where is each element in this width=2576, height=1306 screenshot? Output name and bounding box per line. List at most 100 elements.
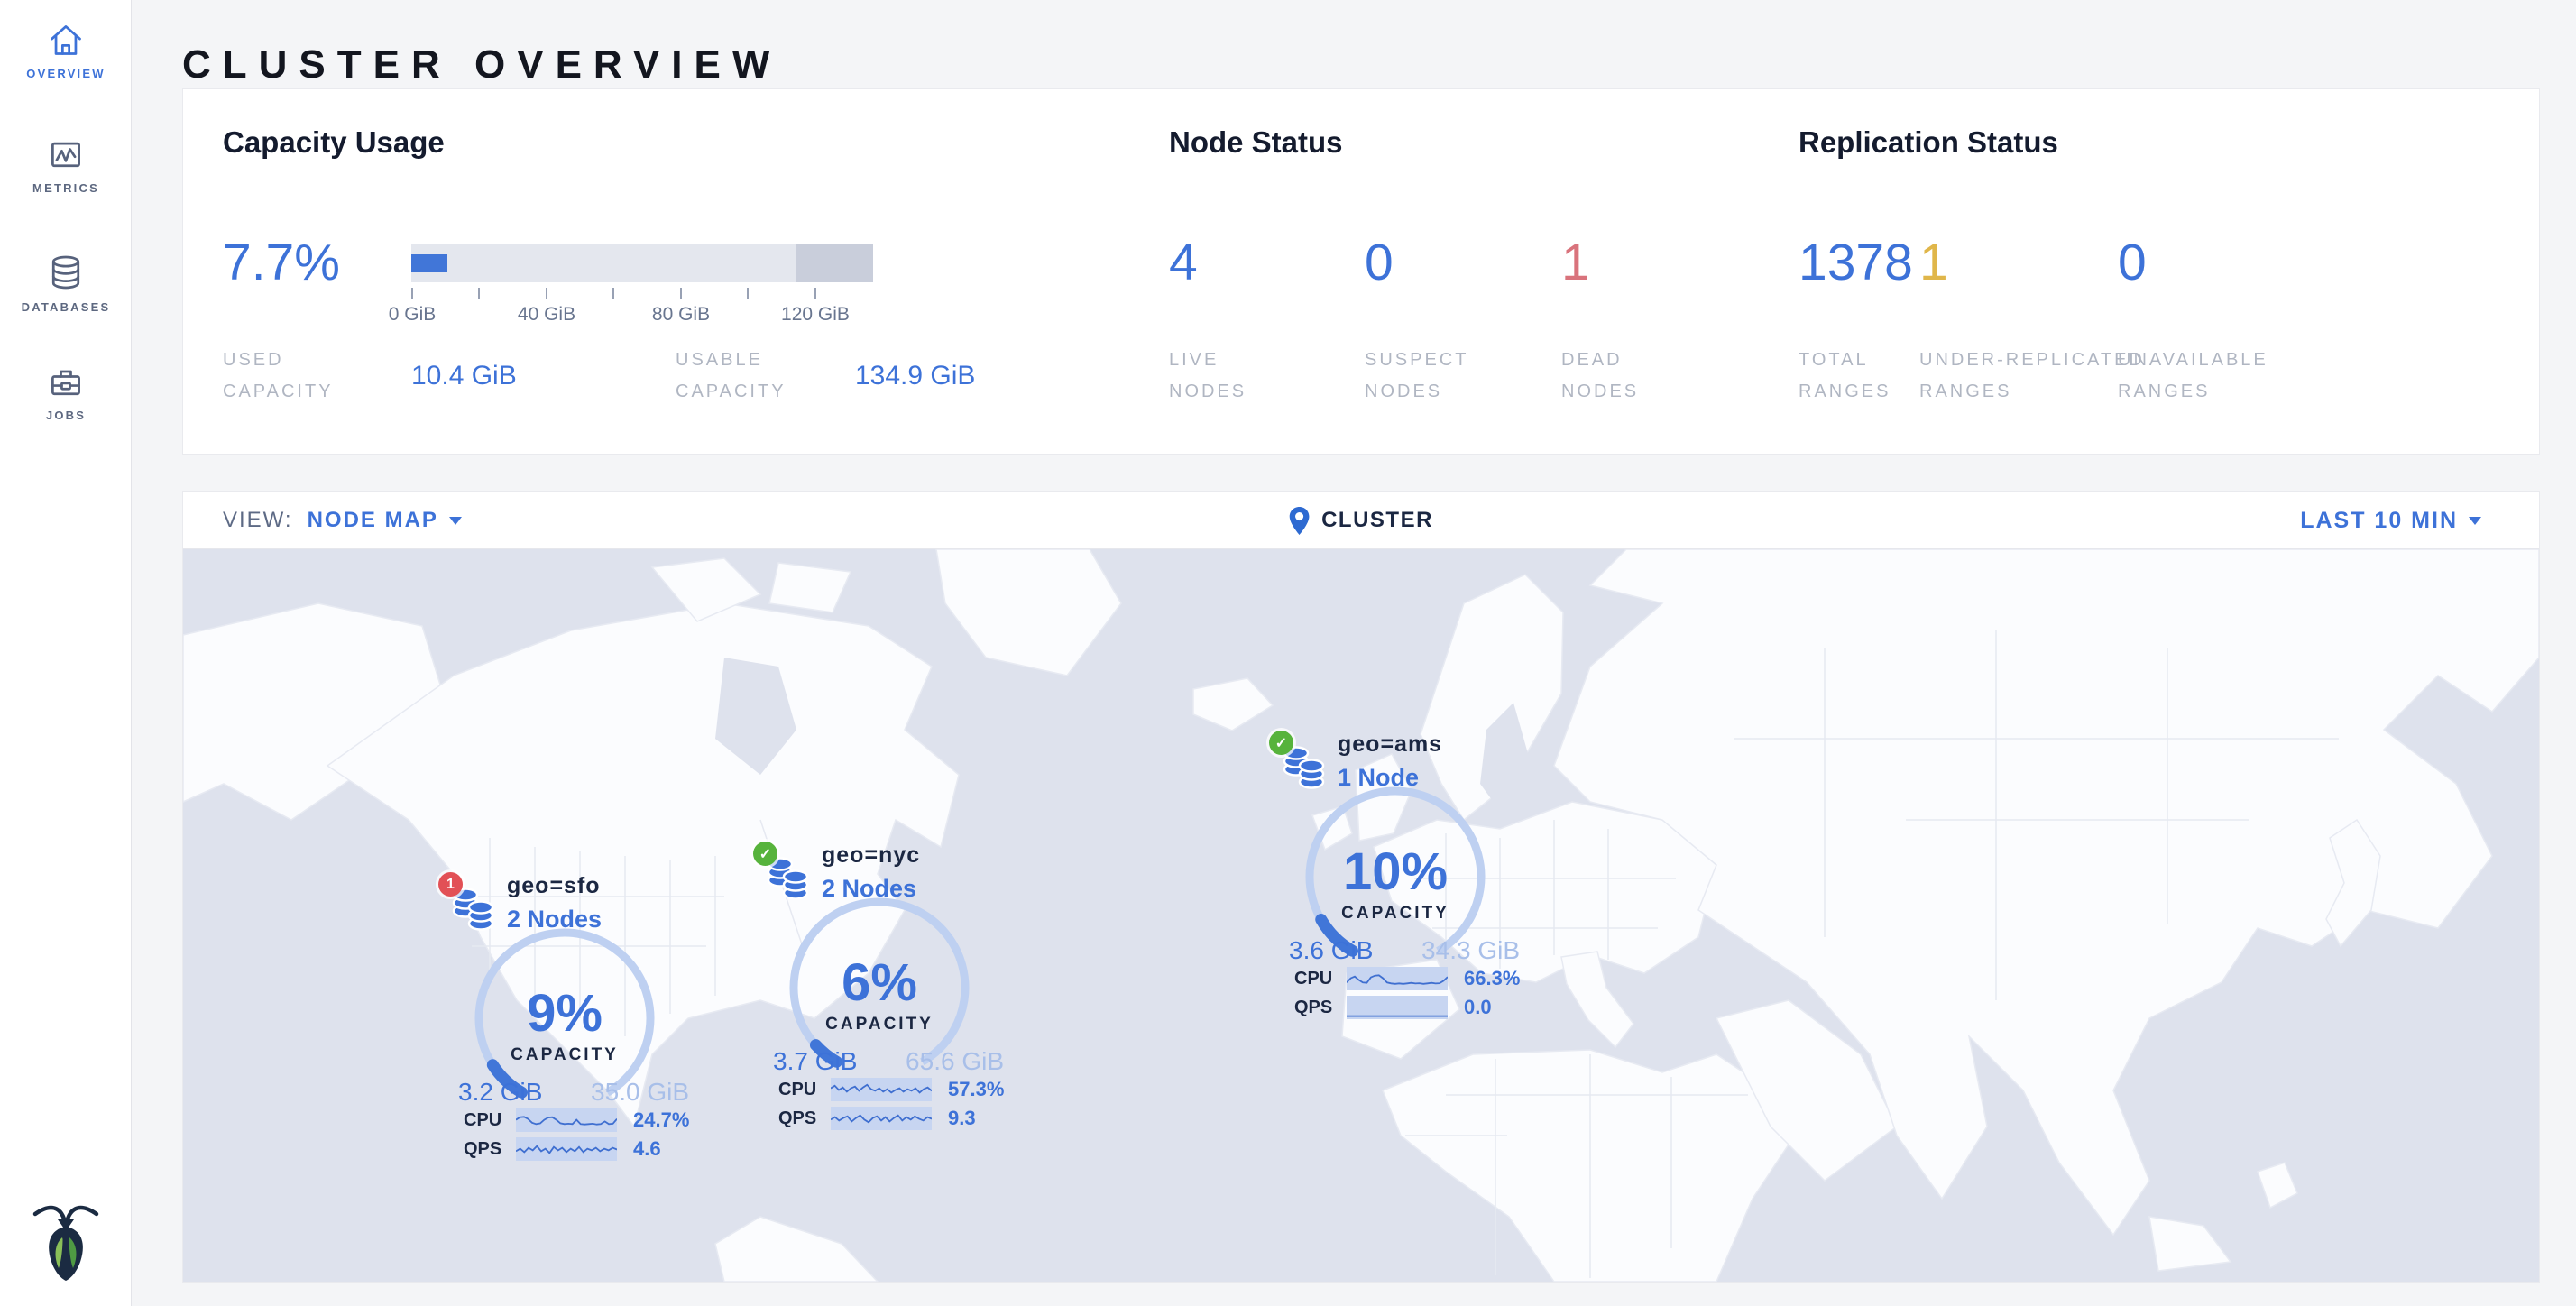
qps-label: QPS	[464, 1139, 516, 1160]
sidebar: OVERVIEW METRICS DATABASES	[0, 0, 132, 1306]
sidebar-item-overview[interactable]: OVERVIEW	[0, 21, 132, 80]
qps-row: QPS 0.0	[1294, 996, 1492, 1019]
replication-status-title: Replication Status	[1799, 125, 2058, 160]
capacity-bar-used	[411, 254, 447, 272]
cpu-row: CPU 24.7%	[464, 1108, 689, 1132]
total-value: 65.6 GiB	[906, 1047, 1004, 1076]
briefcase-icon	[0, 363, 132, 400]
cluster-breadcrumb[interactable]: CLUSTER	[1289, 492, 1433, 549]
locality-label: geo=ams	[1338, 731, 1442, 758]
suspect-nodes-value: 0	[1365, 237, 1394, 289]
usable-capacity-label: USABLE CAPACITY	[676, 345, 787, 408]
capacity-bar	[411, 244, 873, 282]
node-marker-ams[interactable]: ✓ geo=ams 1 Node 10% CAPACITY 3	[1269, 731, 1540, 1028]
under-replicated-ranges-label: UNDER-REPLICATED RANGES	[1919, 345, 2145, 408]
dead-node-badge: 1	[438, 872, 463, 897]
axis-tick	[680, 288, 682, 299]
axis-tick	[612, 288, 614, 299]
used-capacity-label: USED CAPACITY	[223, 345, 334, 408]
qps-value: 4.6	[633, 1137, 661, 1161]
qps-sparkline	[831, 1107, 932, 1130]
summary-panel: Capacity Usage 7.7% 0 GiB 40 GiB 80 GiB …	[182, 88, 2540, 455]
cpu-sparkline	[831, 1078, 932, 1101]
capacity-caption: CAPACITY	[465, 1045, 664, 1065]
used-value: 3.2 GiB	[458, 1078, 542, 1107]
axis-tick-label: 80 GiB	[618, 304, 744, 326]
sidebar-item-metrics[interactable]: METRICS	[0, 135, 132, 195]
capacity-percent: 9%	[465, 988, 664, 1040]
world-map[interactable]: 1 geo=sfo 2 Nodes 9% CAPACITY 3	[183, 549, 2539, 1282]
qps-row: QPS 9.3	[778, 1107, 976, 1130]
suspect-nodes-label: SUSPECT NODES	[1365, 345, 1468, 408]
under-replicated-ranges-value: 1	[1919, 237, 1948, 289]
locality-label: geo=nyc	[822, 842, 920, 869]
capacity-caption: CAPACITY	[780, 1015, 979, 1035]
sidebar-item-jobs[interactable]: JOBS	[0, 363, 132, 422]
sidebar-item-label: JOBS	[0, 409, 132, 422]
qps-row: QPS 4.6	[464, 1137, 661, 1161]
chevron-down-icon	[449, 517, 462, 525]
healthy-badge: ✓	[753, 842, 777, 866]
map-toolbar: VIEW: NODE MAP CLUSTER LAST 10 MIN	[183, 492, 2539, 549]
qps-label: QPS	[778, 1108, 831, 1129]
live-nodes-label: LIVE NODES	[1169, 345, 1247, 408]
total-ranges-label: TOTAL RANGES	[1799, 345, 1891, 408]
axis-tick-label: 120 GiB	[752, 304, 879, 326]
capacity-bar-nonusable	[796, 244, 873, 282]
qps-sparkline	[1347, 996, 1448, 1019]
healthy-badge: ✓	[1269, 731, 1293, 755]
axis-tick	[747, 288, 749, 299]
qps-value: 0.0	[1464, 996, 1492, 1019]
time-range-dropdown[interactable]: LAST 10 MIN	[2300, 492, 2481, 549]
capacity-values: 3.2 GiB 35.0 GiB	[458, 1078, 689, 1107]
total-value: 34.3 GiB	[1421, 936, 1520, 965]
node-map-panel: VIEW: NODE MAP CLUSTER LAST 10 MIN	[182, 491, 2540, 1283]
cpu-value: 57.3%	[948, 1078, 1004, 1101]
qps-sparkline	[516, 1137, 617, 1161]
node-marker-nyc[interactable]: ✓ geo=nyc 2 Nodes 6% CAPACITY 3	[753, 842, 1024, 1139]
sidebar-item-label: DATABASES	[0, 300, 132, 314]
capacity-percent: 7.7%	[223, 237, 340, 289]
capacity-percent: 6%	[780, 957, 979, 1009]
cpu-label: CPU	[778, 1080, 831, 1100]
axis-tick-label: 0 GiB	[349, 304, 475, 326]
view-label: VIEW:	[223, 508, 293, 533]
axis-tick	[546, 288, 547, 299]
dead-nodes-value: 1	[1561, 237, 1590, 289]
sidebar-item-label: METRICS	[0, 181, 132, 195]
capacity-percent: 10%	[1296, 846, 1495, 898]
sidebar-item-databases[interactable]: DATABASES	[0, 253, 132, 314]
unavailable-ranges-label: UNAVAILABLE RANGES	[2118, 345, 2268, 408]
view-selector-group: VIEW: NODE MAP	[223, 492, 462, 549]
usable-capacity-value: 134.9 GiB	[855, 363, 975, 390]
capacity-usage-title: Capacity Usage	[223, 125, 445, 160]
location-pin-icon	[1289, 507, 1310, 535]
used-value: 3.6 GiB	[1289, 936, 1373, 965]
cpu-sparkline	[1347, 967, 1448, 990]
metrics-icon	[0, 135, 132, 173]
unavailable-ranges-value: 0	[2118, 237, 2147, 289]
home-icon	[0, 21, 132, 59]
used-capacity-value: 10.4 GiB	[411, 363, 517, 390]
sidebar-item-label: OVERVIEW	[0, 67, 132, 80]
live-nodes-value: 4	[1169, 237, 1198, 289]
locality-label: geo=sfo	[507, 873, 602, 899]
node-marker-sfo[interactable]: 1 geo=sfo 2 Nodes 9% CAPACITY 3	[438, 872, 709, 1170]
axis-tick-label: 40 GiB	[483, 304, 610, 326]
cpu-value: 66.3%	[1464, 967, 1520, 990]
node-status-title: Node Status	[1169, 125, 1343, 160]
dead-nodes-label: DEAD NODES	[1561, 345, 1639, 408]
total-value: 35.0 GiB	[591, 1078, 689, 1107]
axis-tick	[411, 288, 413, 299]
chevron-down-icon	[2469, 517, 2481, 525]
cockroachdb-logo[interactable]	[29, 1200, 103, 1281]
capacity-caption: CAPACITY	[1296, 904, 1495, 924]
cpu-row: CPU 66.3%	[1294, 967, 1520, 990]
qps-value: 9.3	[948, 1107, 976, 1130]
cpu-label: CPU	[464, 1110, 516, 1131]
cpu-row: CPU 57.3%	[778, 1078, 1004, 1101]
cpu-sparkline	[516, 1108, 617, 1132]
page-title: CLUSTER OVERVIEW	[182, 42, 781, 87]
view-dropdown[interactable]: NODE MAP	[308, 508, 462, 533]
qps-label: QPS	[1294, 998, 1347, 1018]
